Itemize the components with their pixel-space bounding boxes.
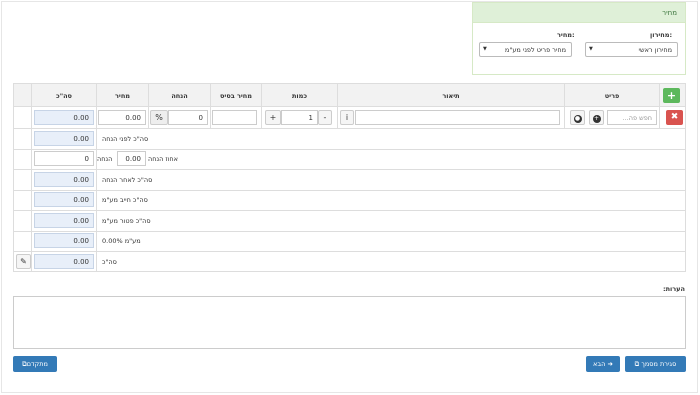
price-type-label: מחיר: bbox=[557, 31, 575, 39]
col-header-item: פריט bbox=[604, 92, 620, 100]
discount-amount-input[interactable]: 0 bbox=[34, 151, 94, 166]
notes-label: הערות: bbox=[663, 285, 685, 293]
close-document-button[interactable]: ⧉ סגירת מסמך bbox=[625, 356, 686, 372]
quantity-minus-button[interactable]: - bbox=[318, 110, 332, 125]
discount-percent-input[interactable]: 0.00 bbox=[117, 151, 146, 166]
base-price-input[interactable] bbox=[212, 110, 257, 125]
plus-circle-icon: + bbox=[592, 115, 601, 123]
arrow-right-circle-icon: ➜ bbox=[607, 360, 613, 368]
col-header-base-price: מחיר בסיס bbox=[220, 92, 252, 100]
grand-total-label: סה"כ bbox=[102, 258, 117, 266]
price-type-select[interactable]: מחיר פריט לפני מע"מ ▼ bbox=[479, 42, 572, 57]
edit-total-button[interactable]: ✎ bbox=[16, 254, 31, 269]
col-divider bbox=[148, 83, 149, 128]
row-divider bbox=[13, 128, 686, 129]
grand-total-value: 0.00 bbox=[34, 254, 94, 269]
discount-percent-label: אחוז הנחה bbox=[148, 155, 179, 163]
subtotal-after-discount-label: סה"כ לאחר הנחה bbox=[102, 176, 153, 184]
discount-amount-label: הנחה bbox=[97, 155, 113, 163]
vat-exempt-label: סה"כ פטור מע"מ bbox=[102, 217, 151, 225]
row-divider bbox=[13, 210, 686, 211]
vat-liable-label: סה"כ חייב מע"מ bbox=[102, 196, 148, 204]
quantity-input[interactable]: 1 bbox=[281, 110, 318, 125]
row-divider bbox=[13, 149, 686, 150]
col-divider bbox=[659, 83, 660, 128]
col-header-total: סה"כ bbox=[56, 92, 72, 100]
col-divider bbox=[96, 83, 97, 272]
col-divider bbox=[564, 83, 565, 128]
discount-input[interactable]: 0 bbox=[168, 110, 208, 125]
close-icon: ✖ bbox=[670, 112, 679, 122]
delete-row-button[interactable]: ✖ bbox=[666, 110, 683, 125]
item-search-input[interactable]: חפש פה... bbox=[607, 110, 657, 125]
vat-label: מע"מ 0.00% bbox=[102, 237, 141, 245]
col-header-description: תיאור bbox=[442, 92, 460, 100]
col-divider bbox=[210, 83, 211, 128]
col-header-quantity: כמות bbox=[291, 92, 308, 100]
search-circle-icon: ● bbox=[573, 115, 582, 123]
col-divider bbox=[261, 83, 262, 128]
price-type-value: מחיר פריט לפני מע"מ bbox=[504, 46, 566, 54]
info-button[interactable]: i bbox=[340, 110, 354, 125]
price-panel-header: מחיר bbox=[473, 3, 685, 23]
vat-liable-value: 0.00 bbox=[34, 192, 94, 207]
notes-textarea[interactable] bbox=[13, 296, 686, 349]
row-divider bbox=[13, 169, 686, 170]
quantity-plus-button[interactable]: + bbox=[265, 110, 281, 125]
copy-icon: ⧉ bbox=[634, 360, 640, 368]
discount-type-percent[interactable]: % bbox=[150, 110, 168, 125]
chevron-down-icon: ▼ bbox=[589, 46, 593, 52]
col-header-price: מחיר bbox=[115, 92, 130, 100]
close-document-label: סגירת מסמך bbox=[641, 360, 677, 368]
vat-exempt-value: 0.00 bbox=[34, 213, 94, 228]
pencil-icon: ✎ bbox=[20, 257, 27, 266]
advanced-button[interactable]: ⧉מתקדם bbox=[13, 356, 57, 372]
add-item-button[interactable]: + bbox=[589, 110, 604, 125]
advanced-button-label: מתקדם bbox=[26, 360, 48, 368]
plus-icon: + bbox=[666, 89, 677, 102]
view-item-button[interactable]: ● bbox=[570, 110, 585, 125]
next-button[interactable]: הבא ➜ bbox=[586, 356, 620, 372]
col-divider bbox=[337, 83, 338, 128]
subtotal-after-discount-value: 0.00 bbox=[34, 172, 94, 187]
price-input[interactable]: 0.00 bbox=[98, 110, 146, 125]
col-header-discount: הנחה bbox=[171, 92, 188, 100]
pricelist-value: מחירון ראשי bbox=[638, 46, 672, 54]
subtotal-before-discount-label: סה"כ לפני הנחה bbox=[102, 135, 149, 143]
pricelist-label: מחירון: bbox=[650, 31, 673, 39]
subtotal-before-discount-value: 0.00 bbox=[34, 131, 94, 146]
row-divider bbox=[13, 231, 686, 232]
chevron-down-icon: ▼ bbox=[483, 46, 487, 52]
row-total-value: 0.00 bbox=[34, 110, 94, 125]
pricelist-select[interactable]: מחירון ראשי ▼ bbox=[585, 42, 678, 57]
vat-value: 0.00 bbox=[34, 233, 94, 248]
description-input[interactable] bbox=[355, 110, 560, 125]
row-divider bbox=[13, 190, 686, 191]
row-divider bbox=[13, 251, 686, 252]
col-divider bbox=[31, 83, 32, 272]
next-button-label: הבא bbox=[593, 360, 606, 368]
add-row-button[interactable]: + bbox=[663, 88, 680, 103]
